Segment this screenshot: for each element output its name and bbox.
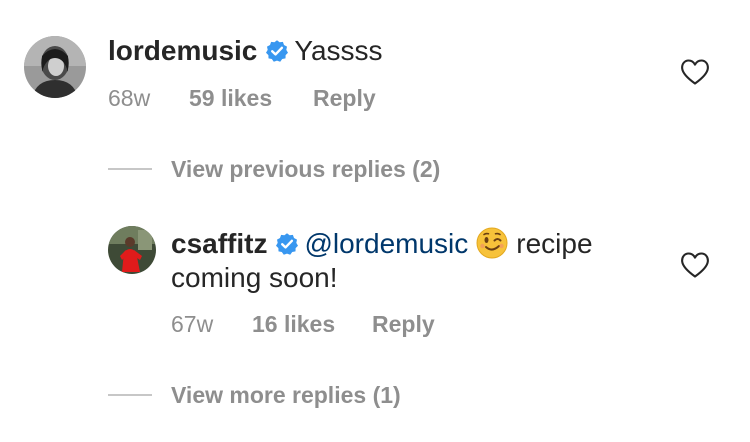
comment-meta: 67w 16 likes Reply xyxy=(171,310,435,338)
likes-count[interactable]: 59 likes xyxy=(189,84,313,112)
reply-button[interactable]: Reply xyxy=(372,310,435,338)
heart-outline-icon[interactable] xyxy=(680,251,710,279)
comment-meta: 68w 59 likes Reply xyxy=(108,84,376,112)
reply-button[interactable]: Reply xyxy=(313,84,376,112)
replies-divider xyxy=(108,394,152,396)
comment-username[interactable]: lordemusic xyxy=(108,35,257,66)
mention-link[interactable]: @lordemusic xyxy=(304,228,468,259)
comment-text: Yassss xyxy=(294,35,383,66)
verified-badge-icon xyxy=(275,232,299,256)
comment-username[interactable]: csaffitz xyxy=(171,228,267,259)
avatar-csaffitz[interactable] xyxy=(108,226,156,274)
view-more-replies-label[interactable]: View more replies (1) xyxy=(171,381,401,409)
winking-face-emoji-icon xyxy=(476,227,508,259)
avatar-lordemusic[interactable] xyxy=(24,36,86,98)
view-more-replies[interactable]: View more replies (1) xyxy=(108,381,401,409)
verified-badge-icon xyxy=(265,39,289,63)
view-previous-replies-label[interactable]: View previous replies (2) xyxy=(171,155,440,183)
comment-text: coming soon! xyxy=(171,262,338,293)
likes-count[interactable]: 16 likes xyxy=(252,310,372,338)
replies-divider xyxy=(108,168,152,170)
heart-outline-icon[interactable] xyxy=(680,58,710,86)
comment-age[interactable]: 67w xyxy=(171,310,252,338)
comment-age[interactable]: 68w xyxy=(108,84,189,112)
comment-text-continued: coming soon! xyxy=(171,261,338,294)
view-previous-replies[interactable]: View previous replies (2) xyxy=(108,155,440,183)
comment-text: recipe xyxy=(516,228,593,259)
comment-lordemusic: lordemusic Yassss xyxy=(108,34,383,67)
comment-csaffitz: csaffitz @lordemusic recipe xyxy=(171,227,593,260)
comments-thread: lordemusic Yassss 68w 59 likes Reply View p… xyxy=(0,0,750,442)
